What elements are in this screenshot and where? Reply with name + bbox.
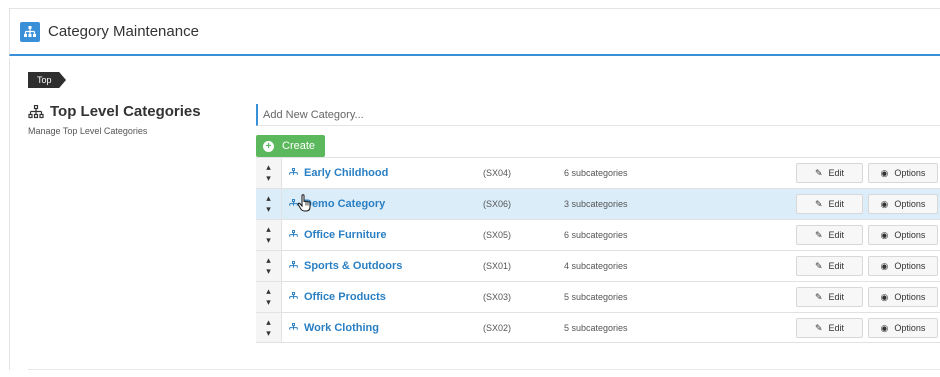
category-name: Work Clothing: [304, 321, 379, 334]
edit-button[interactable]: ✎ Edit: [796, 163, 863, 183]
sort-handle-icon[interactable]: ▴ ▾: [256, 158, 282, 188]
sitemap-icon: [289, 322, 298, 330]
sort-handle-icon[interactable]: ▴ ▾: [256, 282, 282, 312]
sitemap-icon: [289, 168, 298, 175]
sitemap-icon: [20, 21, 40, 42]
dot-circle-icon: ◉: [880, 322, 889, 333]
dot-circle-icon: ◉: [880, 260, 889, 271]
subcategory-count: 5 subcategories: [564, 322, 628, 333]
edit-button[interactable]: ✎ Edit: [796, 225, 863, 245]
category-name: Office Products: [304, 291, 386, 303]
section-subtitle: Manage Top Level Categories: [28, 126, 148, 136]
category-link[interactable]: Work Clothing: [288, 322, 478, 334]
category-row: ▴ ▾ Office Products (SX03) 5 subcategorie…: [256, 281, 940, 312]
category-list: ▴ ▾ Early Childhood (SX04) 6 subcategorie…: [256, 157, 940, 343]
dot-circle-icon: ◉: [880, 291, 889, 302]
pencil-icon: ✎: [814, 167, 823, 178]
subcategory-count: 6 subcategories: [564, 168, 628, 178]
category-name: Office Furniture: [304, 229, 387, 241]
dot-circle-icon: ◉: [880, 167, 889, 178]
sort-handle-icon[interactable]: ▴ ▾: [256, 313, 282, 342]
category-code: (SX01): [483, 261, 512, 271]
sitemap-icon: [28, 104, 44, 118]
create-button[interactable]: + Create: [256, 135, 325, 157]
category-code: (SX03): [483, 292, 512, 302]
edit-label: Edit: [828, 230, 845, 240]
section-title: Top Level Categories: [50, 103, 201, 120]
page-title: Category Maintenance: [48, 23, 199, 40]
category-code: (SX04): [483, 168, 512, 178]
edit-label: Edit: [828, 323, 845, 333]
category-name: Early Childhood: [304, 167, 389, 179]
sort-handle-icon[interactable]: ▴ ▾: [256, 251, 282, 281]
pencil-icon: ✎: [814, 322, 823, 333]
category-name: Sports & Outdoors: [304, 260, 403, 272]
sort-handle-icon[interactable]: ▴ ▾: [256, 220, 282, 250]
subcategory-count: 5 subcategories: [564, 292, 628, 302]
create-button-label: Create: [282, 140, 316, 152]
options-label: Options: [894, 199, 926, 209]
dot-circle-icon: ◉: [880, 229, 889, 240]
subcategory-count: 6 subcategories: [564, 230, 628, 240]
options-button[interactable]: ◉ Options: [868, 163, 938, 183]
category-row: ▴ ▾ Early Childhood (SX04) 6 subcategorie…: [256, 157, 940, 188]
sitemap-icon: [289, 292, 298, 299]
edit-label: Edit: [828, 261, 845, 271]
category-link[interactable]: Office Furniture: [288, 229, 478, 241]
pencil-icon: ✎: [814, 229, 823, 240]
edit-button[interactable]: ✎ Edit: [796, 256, 863, 276]
dot-circle-icon: ◉: [880, 198, 889, 209]
hand-pointer-icon: [297, 194, 311, 212]
add-category-input[interactable]: [256, 104, 940, 126]
category-row: ▴ ▾ Sports & Outdoors (SX01) 4 subcategor…: [256, 250, 940, 281]
options-label: Options: [894, 261, 926, 271]
options-button[interactable]: ◉ Options: [868, 287, 938, 307]
pencil-icon: ✎: [814, 198, 823, 209]
options-button[interactable]: ◉ Options: [868, 225, 938, 245]
category-row: ▴ ▾ Demo Category (SX06) 3 subcategories …: [256, 188, 940, 219]
edit-label: Edit: [828, 292, 845, 302]
sort-handle-icon[interactable]: ▴ ▾: [256, 189, 282, 219]
edit-button[interactable]: ✎ Edit: [796, 287, 863, 307]
sitemap-icon: [289, 230, 298, 237]
edit-button[interactable]: ✎ Edit: [796, 318, 863, 338]
category-code: (SX05): [483, 230, 512, 240]
plus-circle-icon: +: [263, 140, 274, 152]
pencil-icon: ✎: [814, 291, 823, 302]
options-label: Options: [894, 323, 926, 333]
category-link[interactable]: Early Childhood: [288, 167, 478, 179]
category-code: (SX06): [483, 199, 512, 209]
divider: [28, 369, 940, 370]
subcategory-count: 4 subcategories: [564, 261, 628, 271]
category-link[interactable]: Sports & Outdoors: [288, 260, 478, 272]
edit-label: Edit: [828, 199, 845, 209]
edit-button[interactable]: ✎ Edit: [796, 194, 863, 214]
edit-label: Edit: [828, 168, 845, 178]
category-name: Demo Category: [304, 198, 386, 210]
options-button[interactable]: ◉ Options: [868, 318, 938, 338]
options-label: Options: [894, 168, 926, 178]
category-link[interactable]: Demo Category: [288, 198, 478, 210]
breadcrumb-top[interactable]: Top: [28, 72, 66, 88]
category-link[interactable]: Office Products: [288, 291, 478, 303]
sitemap-icon: [289, 261, 298, 268]
options-label: Options: [894, 230, 926, 240]
page-header: Category Maintenance: [9, 8, 940, 56]
options-button[interactable]: ◉ Options: [868, 194, 938, 214]
options-button[interactable]: ◉ Options: [868, 256, 938, 276]
options-label: Options: [894, 292, 926, 302]
pencil-icon: ✎: [814, 260, 823, 271]
section-heading: Top Level Categories: [28, 103, 201, 120]
subcategory-count: 3 subcategories: [564, 199, 628, 209]
category-code: (SX02): [483, 322, 512, 333]
category-row: ▴ ▾ Office Furniture (SX05) 6 subcategori…: [256, 219, 940, 250]
category-row: ▴ ▾ Work Clothing (SX02) 5 subcategories …: [256, 312, 940, 343]
